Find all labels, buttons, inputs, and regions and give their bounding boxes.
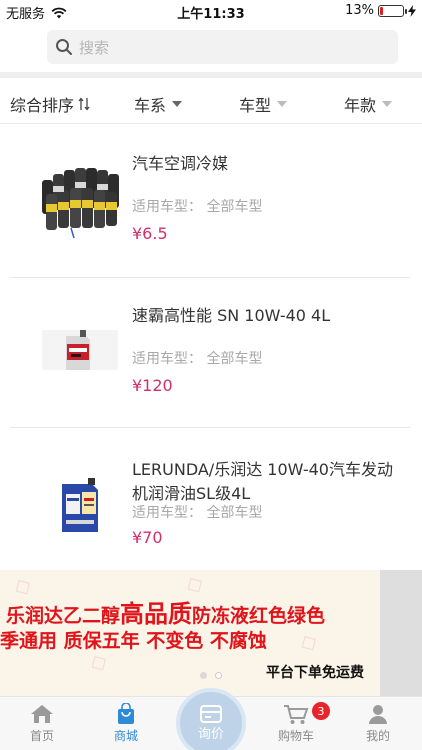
battery-icon xyxy=(378,4,407,17)
product-title: 汽车空调冷媒 xyxy=(132,154,229,173)
series-filter[interactable]: 车系 xyxy=(134,92,183,116)
search-icon xyxy=(56,39,72,55)
banner-subline: 季通用 质保五年 不变色 不腐蚀 xyxy=(0,630,267,652)
home-icon xyxy=(31,705,53,723)
series-label: 车系 xyxy=(134,96,167,115)
tab-mall-label: 商城 xyxy=(113,729,138,743)
banner-headline-post: 防冻液红色绿色 xyxy=(192,605,326,627)
product-fit: 适用车型： 全部车型 xyxy=(132,196,262,216)
banner-dot-active[interactable] xyxy=(215,672,222,679)
cart-count-badge: 3 xyxy=(312,702,330,720)
search-placeholder: 搜索 xyxy=(79,38,110,57)
status-right: 13% xyxy=(345,3,416,18)
fit-label: 适用车型： xyxy=(132,505,202,521)
banner-headline-pre: 乐润达乙二醇 xyxy=(6,605,121,627)
charging-bolt-icon xyxy=(408,4,416,17)
fit-value: 全部车型 xyxy=(206,505,263,521)
engine-oil-jug-image xyxy=(36,310,124,390)
product-item[interactable]: LERUNDA/乐润达 10W-40汽车发动机润滑油SL级4L 适用车型： 全部… xyxy=(0,428,422,578)
tab-mine[interactable]: 我的 xyxy=(348,703,408,744)
model-filter[interactable]: 车型 xyxy=(239,92,288,116)
battery-percent: 13% xyxy=(345,3,374,18)
tab-mine-label: 我的 xyxy=(365,729,390,743)
inquiry-button[interactable]: 询价 xyxy=(176,688,246,750)
tab-cart-label: 购物车 xyxy=(277,729,314,743)
shopping-bag-icon xyxy=(118,703,134,724)
sort-filter[interactable]: 综合排序 xyxy=(10,92,90,116)
product-title: 速霸高性能 SN 10W-40 4L xyxy=(132,306,331,325)
model-label: 车型 xyxy=(239,96,272,115)
product-item[interactable]: 汽车空调冷媒 适用车型： 全部车型 ¥6.5 xyxy=(0,128,422,278)
battery-fill xyxy=(380,6,383,15)
banner-headline: 乐润达乙二醇高品质防冻液红色绿色 xyxy=(6,594,325,629)
year-label: 年款 xyxy=(344,96,377,115)
sort-arrows-icon xyxy=(78,97,90,111)
filter-bar: 综合排序 车系 车型 年款 xyxy=(0,78,422,124)
user-icon xyxy=(369,705,387,724)
banner-headline-emphasis: 高品质 xyxy=(120,600,193,628)
tab-home[interactable]: 首页 xyxy=(12,703,72,744)
status-bar: 无服务 上午11:33 13% xyxy=(0,0,422,22)
fit-value: 全部车型 xyxy=(206,351,263,367)
cart-icon xyxy=(284,705,309,724)
product-price: ¥6.5 xyxy=(132,224,168,243)
watermark-pattern: ◇ xyxy=(294,627,323,658)
caret-down-icon xyxy=(382,101,393,107)
refrigerant-cans-image xyxy=(36,160,124,240)
search-input[interactable]: 搜索 xyxy=(47,30,398,64)
caret-down-icon xyxy=(172,101,183,107)
product-fit: 适用车型： 全部车型 xyxy=(132,348,262,368)
year-filter[interactable]: 年款 xyxy=(344,92,393,116)
product-price: ¥70 xyxy=(132,528,163,547)
lubricant-jug-image xyxy=(36,468,124,548)
sort-label: 综合排序 xyxy=(10,96,75,115)
fit-label: 适用车型： xyxy=(132,351,202,367)
product-item[interactable]: 速霸高性能 SN 10W-40 4L 适用车型： 全部车型 ¥120 xyxy=(0,278,422,428)
banner-dot[interactable] xyxy=(200,672,207,679)
caret-down-icon xyxy=(277,101,288,107)
card-icon xyxy=(200,704,222,723)
product-title: LERUNDA/乐润达 10W-40汽车发动机润滑油SL级4L xyxy=(132,460,393,503)
inquiry-label: 询价 xyxy=(197,726,224,742)
product-fit: 适用车型： 全部车型 xyxy=(132,502,262,522)
product-price: ¥120 xyxy=(132,376,173,395)
search-area: 搜索 xyxy=(0,22,422,72)
tab-mall[interactable]: 商城 xyxy=(96,703,156,744)
fit-label: 适用车型： xyxy=(132,199,202,215)
fit-value: 全部车型 xyxy=(206,199,263,215)
tab-home-label: 首页 xyxy=(29,729,54,743)
banner-pagination xyxy=(0,672,422,679)
